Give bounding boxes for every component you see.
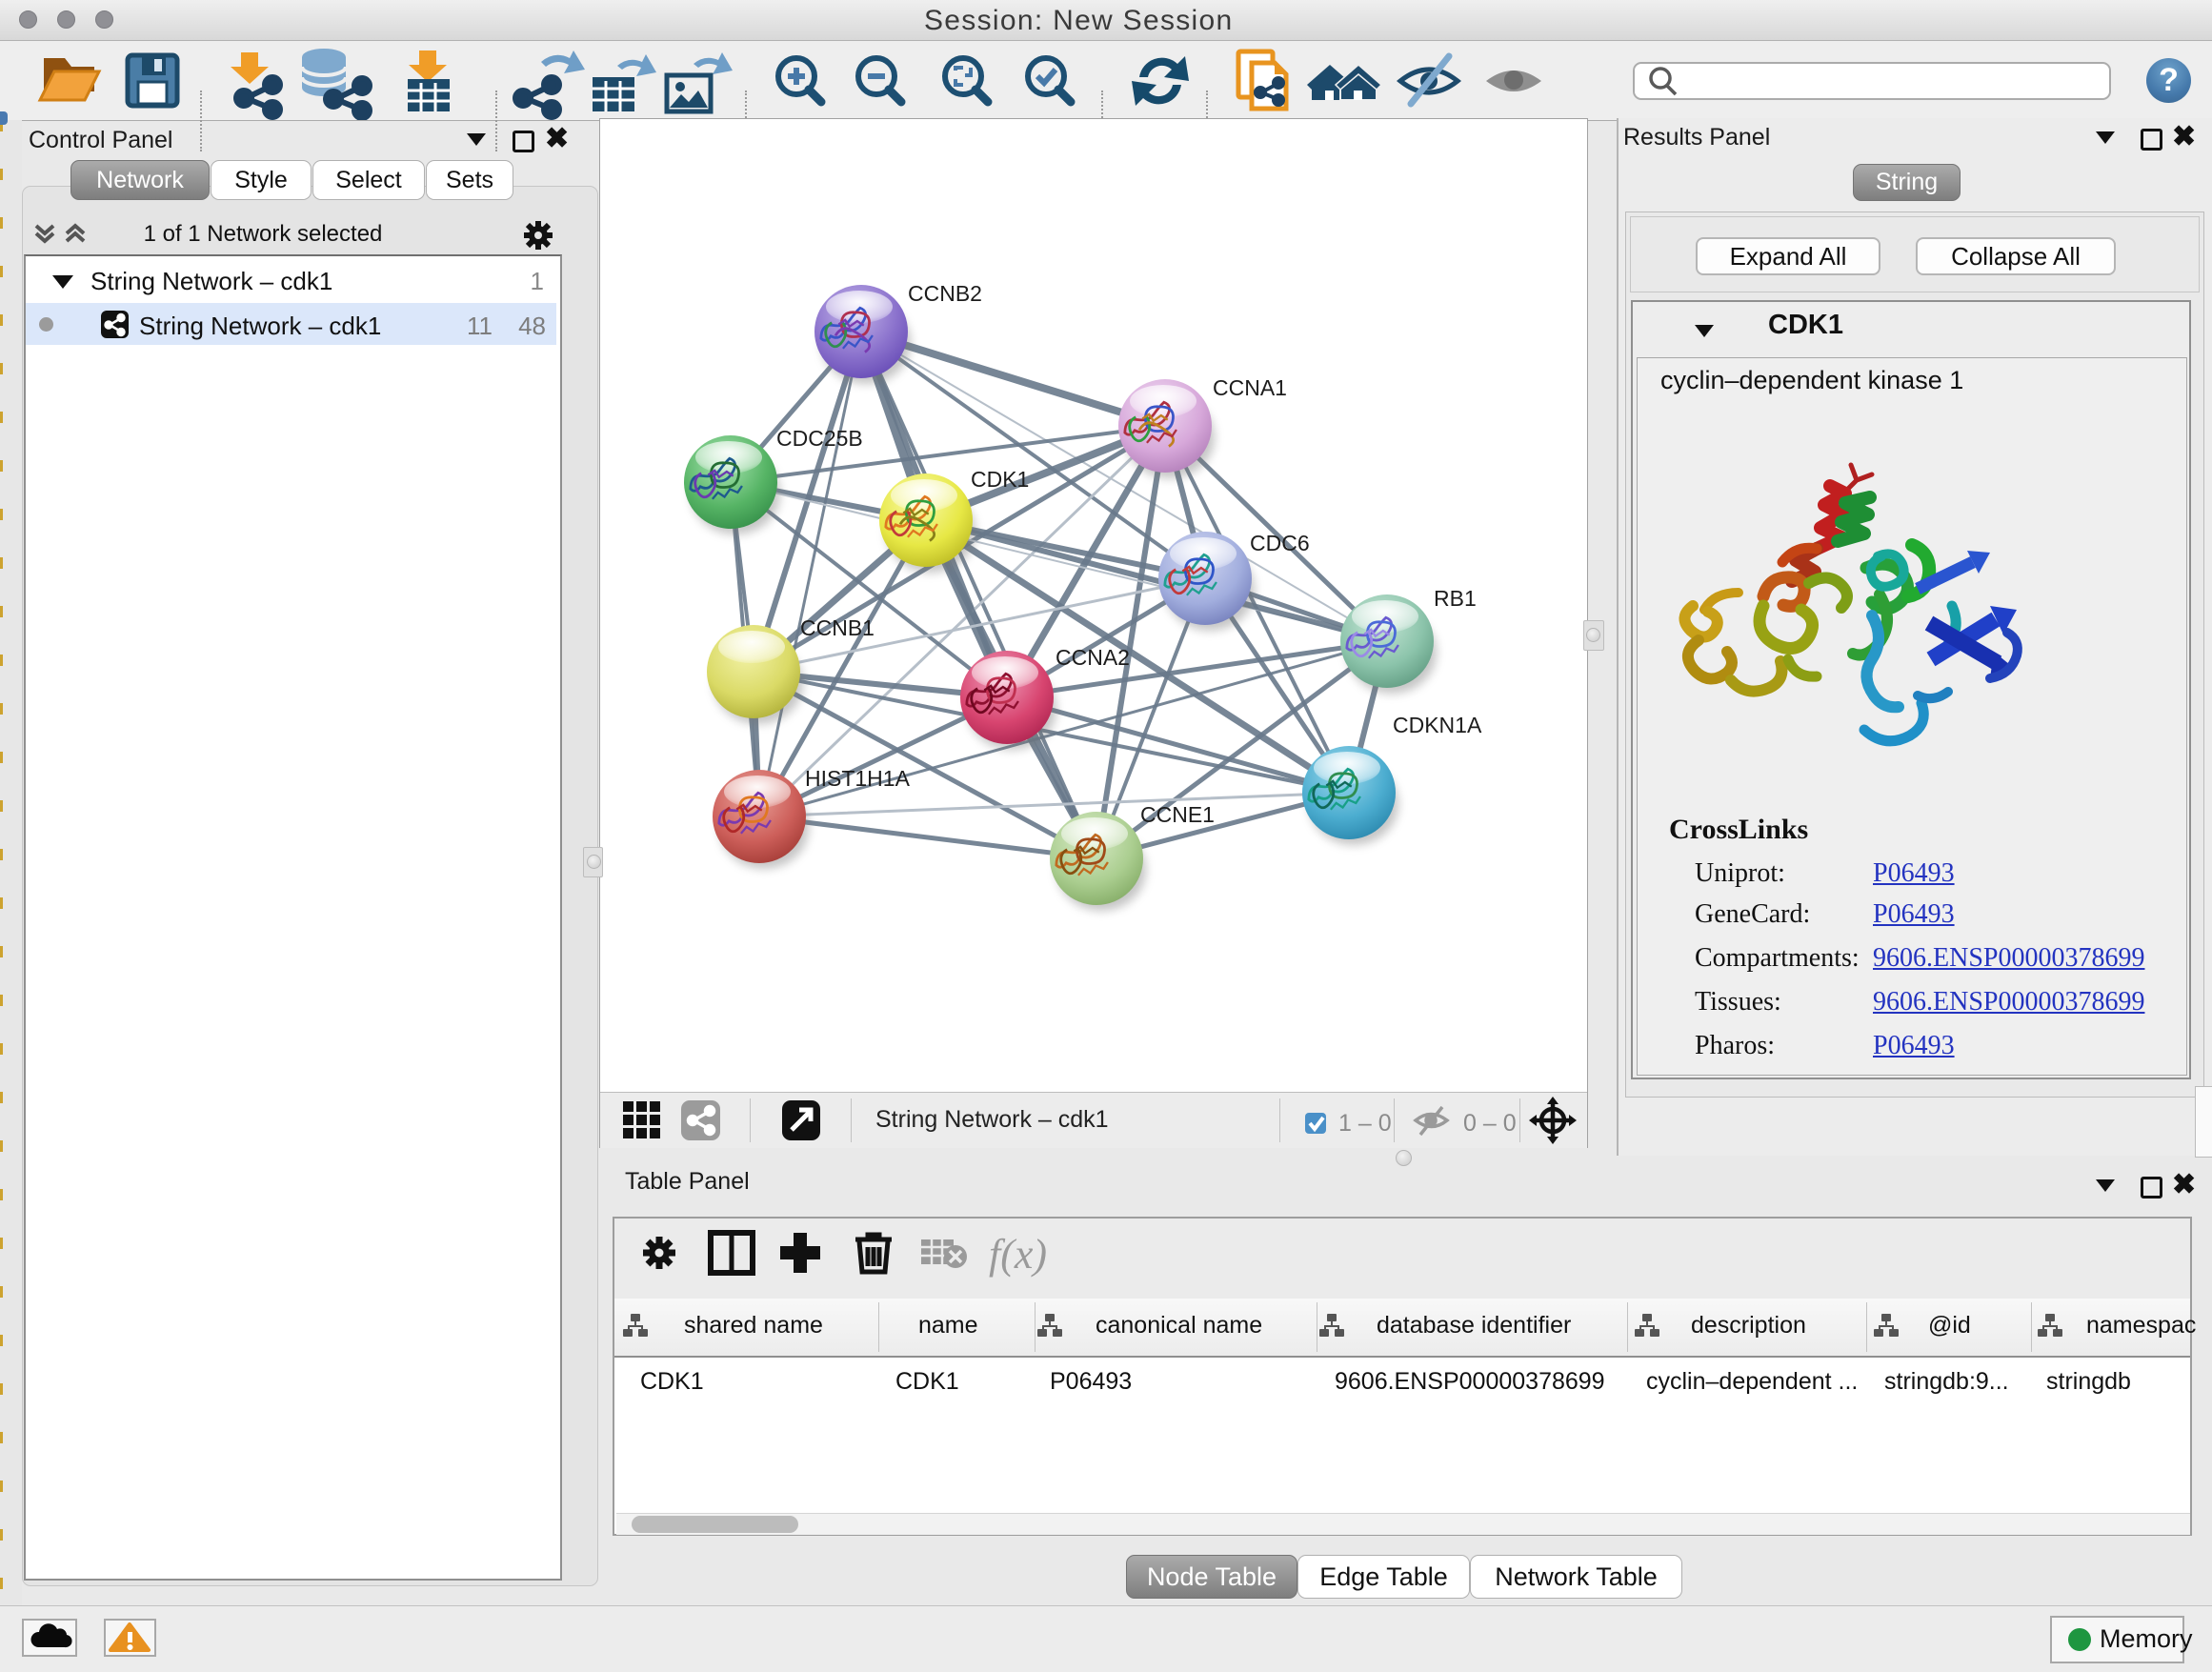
svg-text:CDK1: CDK1 — [971, 467, 1029, 492]
svg-text:CCNA1: CCNA1 — [1213, 375, 1287, 400]
svg-text:CCNE1: CCNE1 — [1140, 802, 1215, 827]
svg-text:RB1: RB1 — [1434, 586, 1477, 611]
svg-text:CCNB2: CCNB2 — [908, 281, 982, 306]
svg-text:f(x): f(x) — [989, 1231, 1047, 1278]
svg-text:CCNB1: CCNB1 — [800, 615, 875, 640]
svg-text:CDKN1A: CDKN1A — [1393, 713, 1482, 737]
svg-text:CDC6: CDC6 — [1250, 531, 1310, 555]
svg-text:CDC25B: CDC25B — [776, 426, 863, 451]
svg-text:CCNA2: CCNA2 — [1056, 645, 1130, 670]
svg-text:HIST1H1A: HIST1H1A — [805, 766, 911, 791]
